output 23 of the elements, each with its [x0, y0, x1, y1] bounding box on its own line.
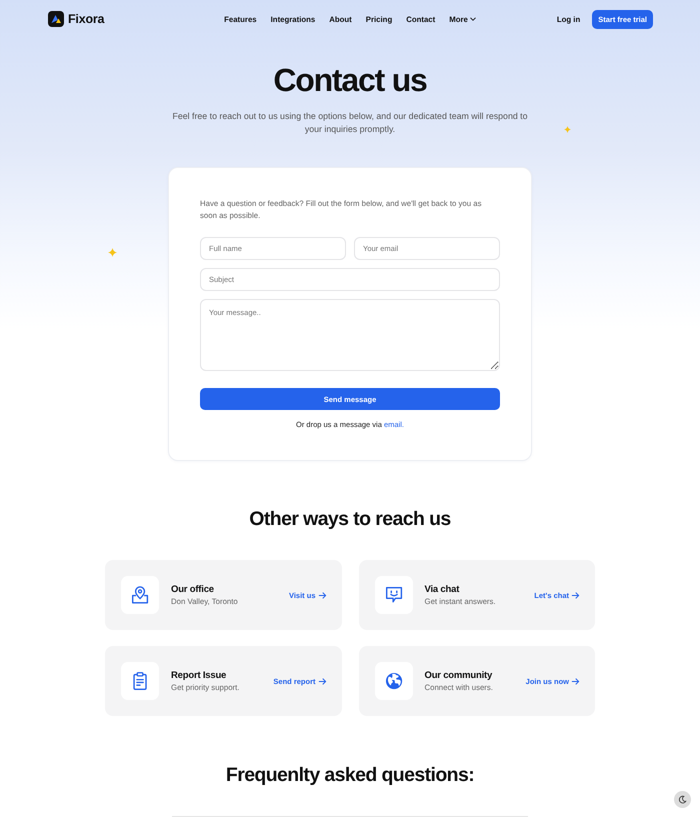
page-subtitle: Feel free to reach out to us using the options below, and our dedicated team will respond to your inquiries promptly. — [171, 110, 529, 136]
caret-icon — [468, 15, 477, 23]
arrow-icon — [318, 676, 326, 686]
option-title: Our community — [424, 670, 494, 682]
option-title: Our office — [171, 584, 215, 596]
theme-toggle-button[interactable] — [674, 791, 691, 808]
map-pin-icon — [121, 576, 159, 614]
brand-name[interactable]: Fixora — [68, 12, 104, 26]
chat-bubble-icon — [374, 576, 412, 614]
globe-icon — [374, 662, 412, 700]
moon-icon — [678, 795, 687, 804]
option-title: Via chat — [424, 584, 460, 596]
arrow-icon — [571, 676, 580, 686]
section-title: Other ways to reach us — [248, 507, 452, 531]
faq-title: Frequenlty asked questions: — [224, 763, 476, 787]
logo-icon — [48, 11, 64, 27]
sparkle-icon — [108, 248, 117, 257]
clipboard-icon — [121, 662, 159, 700]
option-title: Report Issue — [171, 670, 228, 682]
page-title: Contact us — [272, 61, 428, 100]
arrow-icon — [318, 590, 326, 600]
sparkle-icon — [564, 126, 571, 133]
arrow-icon — [571, 590, 580, 600]
